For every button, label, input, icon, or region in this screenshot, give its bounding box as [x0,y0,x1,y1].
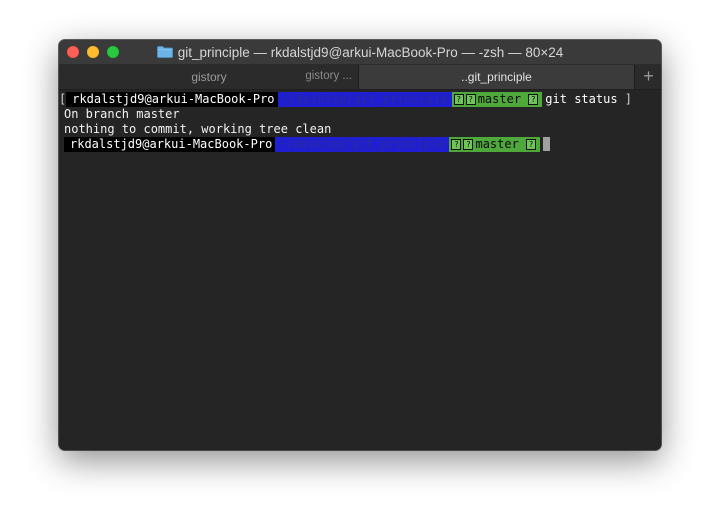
prompt-user-host: rkdalstjd9@arkui-MacBook-Pro [64,137,276,152]
new-tab-button[interactable]: + [636,65,661,89]
command-text: git status [545,92,618,106]
tab-bar: gistory gistory ... ..git_principle [59,65,661,90]
prompt-path: ~/desktop/git_principle [277,92,452,107]
terminal-window: git_principle — rkdalstjd9@arkui-MacBook… [59,40,661,450]
prompt-git-segment: ?? master ? [449,137,541,152]
tab-gistory[interactable]: gistory gistory ... [59,65,359,89]
git-clean-icon: ? [526,139,537,150]
git-branch: master [477,92,522,106]
prompt-line: rkdalstjd9@arkui-MacBook-Pro ~/desktop/gi… [59,137,551,152]
branch-icon: ? [465,94,476,105]
prompt-user-host: rkdalstjd9@arkui-MacBook-Pro [66,92,278,107]
terminal-content[interactable]: [rkdalstjd9@arkui-MacBook-Pro ~/desktop/g… [59,90,661,450]
output-line: nothing to commit, working tree clean [64,122,332,136]
tab-sublabel: gistory ... [305,70,352,82]
output-line: On branch master [64,107,180,121]
title-bar[interactable]: git_principle — rkdalstjd9@arkui-MacBook… [59,40,661,65]
git-branch: master [475,137,519,151]
window-title-container: git_principle — rkdalstjd9@arkui-MacBook… [59,40,661,64]
git-status-icon: ? [453,94,464,105]
git-clean-icon: ? [528,94,539,105]
text-cursor [543,137,551,151]
tab-git-principle[interactable]: ..git_principle [359,65,635,89]
prompt-line: [rkdalstjd9@arkui-MacBook-Pro ~/desktop/g… [59,92,632,107]
prompt-git-segment: ?? master ? [451,92,543,107]
open-bracket: [ [59,92,67,106]
tab-label: ..git_principle [461,70,532,84]
tab-label: gistory [191,70,227,84]
prompt-path: ~/desktop/git_principle [275,137,450,152]
window-title: git_principle — rkdalstjd9@arkui-MacBook… [177,44,564,60]
close-bracket: ] [624,92,633,106]
branch-icon: ? [463,139,474,150]
git-status-icon: ? [451,139,462,150]
folder-icon [156,46,173,58]
